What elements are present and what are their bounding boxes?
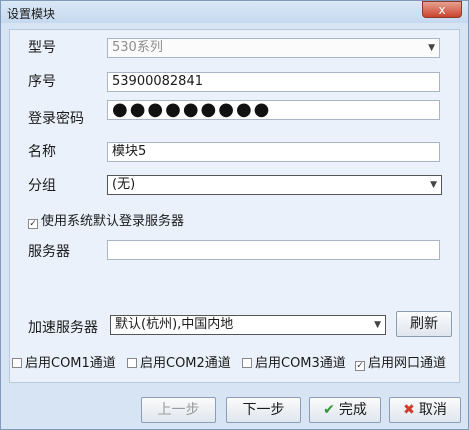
close-icon: x [438,3,446,17]
channel-label: 启用COM3通道 [255,356,346,371]
checkbox-unchecked[interactable] [12,358,22,368]
channel-label: 启用网口通道 [368,356,447,371]
close-button[interactable]: x [422,1,462,18]
model-select[interactable]: 530系列 ▼ [107,38,440,58]
serial-input[interactable]: 53900082841 [107,72,440,92]
group-value: (无) [112,177,136,192]
cancel-button[interactable]: ✖ 取消 [389,397,461,423]
cancel-label: 取消 [418,402,447,418]
check-icon: ✔ [323,402,335,418]
channel-com1[interactable]: 启用COM1通道 [12,352,116,371]
checkbox-checked[interactable]: ✓ [28,219,38,229]
group-select[interactable]: (无) ▼ [107,175,442,195]
chevron-down-icon: ▼ [428,43,435,53]
checkbox-unchecked[interactable] [242,358,252,368]
next-button[interactable]: 下一步 [226,397,301,423]
window-title: 设置模块 [7,7,56,21]
finish-label: 完成 [338,402,367,418]
name-input[interactable]: 模块5 [107,142,440,162]
channel-com3[interactable]: 启用COM3通道 [242,352,346,371]
serial-label: 序号 [28,74,56,90]
accel-server-select[interactable]: 默认(杭州),中国内地 ▼ [110,315,386,335]
model-value: 530系列 [112,40,163,55]
chevron-down-icon: ▼ [374,320,381,330]
close-icon: ✖ [403,402,415,418]
channel-com2[interactable]: 启用COM2通道 [127,352,231,371]
checkbox-checked[interactable]: ✓ [355,361,365,371]
server-input[interactable] [107,240,440,260]
prev-button[interactable]: 上一步 [141,397,216,423]
channel-label: 启用COM2通道 [140,356,231,371]
channel-ethernet[interactable]: ✓ 启用网口通道 [355,352,446,371]
model-label: 型号 [28,40,56,56]
password-input[interactable]: ●●●●●●●●● [107,100,440,120]
channel-label: 启用COM1通道 [25,356,116,371]
accel-server-label: 加速服务器 [28,320,98,336]
title-bar: 设置模块 x [1,1,468,23]
name-label: 名称 [28,144,56,160]
refresh-button[interactable]: 刷新 [396,311,452,337]
dialog-client-area: 型号 530系列 ▼ 序号 53900082841 登录密码 ●●●●●●●●●… [9,29,460,383]
group-label: 分组 [28,178,56,194]
server-label: 服务器 [28,244,70,260]
password-label: 登录密码 [28,111,84,127]
finish-button[interactable]: ✔ 完成 [309,397,381,423]
use-default-server-option[interactable]: ✓ 使用系统默认登录服务器 [28,210,184,229]
chevron-down-icon: ▼ [430,180,437,190]
use-default-server-label: 使用系统默认登录服务器 [41,214,185,229]
checkbox-unchecked[interactable] [127,358,137,368]
accel-server-value: 默认(杭州),中国内地 [115,317,234,332]
dialog-window: 设置模块 x 型号 530系列 ▼ 序号 53900082841 登录密码 ●●… [0,0,469,430]
